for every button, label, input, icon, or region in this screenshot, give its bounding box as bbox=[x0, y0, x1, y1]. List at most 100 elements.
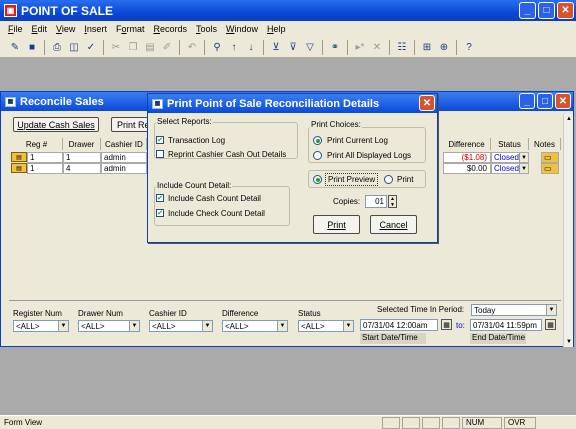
format-painter-icon[interactable]: ✐ bbox=[160, 40, 174, 54]
copies-stepper[interactable]: ▲ ▼ bbox=[388, 195, 397, 208]
include-count-group bbox=[154, 186, 290, 226]
period-select[interactable]: Today ▼ bbox=[471, 304, 557, 316]
reprint-cashier-checkbox[interactable] bbox=[156, 150, 164, 158]
menu-help[interactable]: Help bbox=[267, 24, 286, 34]
dialog-titlebar: ▦ Print Point of Sale Reconciliation Det… bbox=[148, 94, 437, 113]
overwrite-indicator: OVR bbox=[504, 416, 536, 429]
status-value[interactable]: Closed ▼ bbox=[491, 152, 529, 163]
close-button[interactable]: ✕ bbox=[557, 2, 574, 19]
chevron-down-icon[interactable]: ▼ bbox=[202, 321, 212, 331]
reconcile-maximize-button[interactable]: □ bbox=[537, 93, 553, 109]
menu-edit[interactable]: Edit bbox=[32, 24, 48, 34]
open-record-icon[interactable]: ▤ bbox=[11, 163, 27, 173]
print-button[interactable]: Print bbox=[313, 215, 360, 234]
status-view: Form View bbox=[4, 418, 43, 427]
status-value[interactable]: Closed ▼ bbox=[491, 163, 529, 174]
chevron-down-icon[interactable]: ▼ bbox=[277, 321, 287, 331]
vertical-scrollbar[interactable]: ▲ ▼ bbox=[563, 114, 573, 347]
status-filter[interactable]: <ALL> ▼ bbox=[298, 320, 354, 332]
menu-tools[interactable]: Tools bbox=[196, 24, 217, 34]
notes-folder-icon[interactable]: ▭ bbox=[541, 163, 559, 174]
copies-input[interactable]: 01 bbox=[365, 195, 387, 208]
start-date-input[interactable]: 07/31/04 12:00am bbox=[360, 319, 438, 331]
menu-insert[interactable]: Insert bbox=[84, 24, 107, 34]
chevron-down-icon[interactable]: ▼ bbox=[343, 321, 353, 331]
spelling-icon[interactable]: ✓ bbox=[84, 40, 98, 54]
scroll-up-icon[interactable]: ▲ bbox=[564, 114, 574, 124]
filter-by-selection-icon[interactable]: ⊻ bbox=[269, 40, 283, 54]
open-record-icon[interactable]: ▤ bbox=[11, 152, 27, 162]
properties-icon[interactable]: ☷ bbox=[395, 40, 409, 54]
sort-descending-icon[interactable]: ↓ bbox=[244, 40, 258, 54]
sort-ascending-icon[interactable]: ↑ bbox=[227, 40, 241, 54]
include-cash-checkbox[interactable]: ✔ bbox=[156, 194, 164, 202]
chevron-down-icon[interactable]: ▼ bbox=[546, 305, 556, 315]
difference-value: ($1.08) bbox=[443, 152, 491, 163]
register-filter[interactable]: <ALL> ▼ bbox=[13, 320, 69, 332]
print-preview-icon[interactable]: ◫ bbox=[67, 40, 81, 54]
include-check-checkbox[interactable]: ✔ bbox=[156, 209, 164, 217]
menu-format[interactable]: Format bbox=[116, 24, 145, 34]
print-icon[interactable]: ⎙ bbox=[50, 40, 64, 54]
status-cell bbox=[442, 416, 460, 429]
menu-file[interactable]: File bbox=[8, 24, 23, 34]
difference-value: $0.00 bbox=[443, 163, 491, 174]
cancel-button[interactable]: Cancel bbox=[370, 215, 417, 234]
app-title: POINT OF SALE bbox=[21, 3, 114, 18]
dialog-title: Print Point of Sale Reconciliation Detai… bbox=[167, 97, 380, 110]
delete-record-icon[interactable]: ✕ bbox=[370, 40, 384, 54]
print-all-radio[interactable] bbox=[313, 151, 322, 160]
num-lock-indicator: NUM bbox=[462, 416, 502, 429]
scroll-down-icon[interactable]: ▼ bbox=[564, 337, 574, 347]
reconcile-close-button[interactable]: ✕ bbox=[555, 93, 571, 109]
chevron-down-icon[interactable]: ▼ bbox=[519, 164, 528, 173]
divider bbox=[9, 300, 561, 301]
save-icon[interactable]: ■ bbox=[25, 40, 39, 54]
print-radio[interactable] bbox=[384, 175, 393, 184]
end-date-input[interactable]: 07/31/04 11:59pm bbox=[470, 319, 542, 331]
cut-icon[interactable]: ✂ bbox=[109, 40, 123, 54]
status-cell bbox=[422, 416, 440, 429]
print-reconciliation-dialog: ▦ Print Point of Sale Reconciliation Det… bbox=[147, 93, 438, 243]
print-reconcile-button[interactable]: Print Re bbox=[111, 117, 151, 132]
app-titlebar: ▣ POINT OF SALE _ □ ✕ bbox=[0, 0, 576, 21]
update-cash-sales-button[interactable]: Update Cash Sales bbox=[13, 117, 99, 132]
menu-window[interactable]: Window bbox=[226, 24, 258, 34]
design-view-icon[interactable]: ✎ bbox=[8, 40, 22, 54]
insert-hyperlink-icon[interactable]: ⚲ bbox=[210, 40, 224, 54]
help-icon[interactable]: ? bbox=[462, 40, 476, 54]
reconcile-minimize-button[interactable]: _ bbox=[519, 93, 535, 109]
undo-icon[interactable]: ↶ bbox=[185, 40, 199, 54]
maximize-button[interactable]: □ bbox=[538, 2, 555, 19]
cashier-filter[interactable]: <ALL> ▼ bbox=[149, 320, 213, 332]
database-window-icon[interactable]: ⊞ bbox=[420, 40, 434, 54]
chevron-down-icon[interactable]: ▼ bbox=[519, 153, 528, 162]
menu-view[interactable]: View bbox=[56, 24, 75, 34]
paste-icon[interactable]: ▤ bbox=[143, 40, 157, 54]
header-notes: Notes bbox=[529, 138, 561, 150]
copy-icon[interactable]: ❐ bbox=[126, 40, 140, 54]
header-difference: Difference bbox=[443, 138, 491, 150]
dialog-close-button[interactable]: ✕ bbox=[419, 95, 435, 111]
filter-by-form-icon[interactable]: ⊽ bbox=[286, 40, 300, 54]
chevron-down-icon[interactable]: ▼ bbox=[58, 321, 68, 331]
print-current-radio[interactable] bbox=[313, 136, 322, 145]
calendar-icon[interactable]: ▦ bbox=[441, 319, 452, 330]
header-drawer: Drawer bbox=[63, 138, 101, 150]
apply-filter-icon[interactable]: ▽ bbox=[303, 40, 317, 54]
find-icon[interactable]: ⚭ bbox=[328, 40, 342, 54]
minimize-button[interactable]: _ bbox=[519, 2, 536, 19]
drawer-filter[interactable]: <ALL> ▼ bbox=[78, 320, 140, 332]
app-icon: ▣ bbox=[4, 4, 17, 17]
print-preview-radio[interactable] bbox=[313, 175, 322, 184]
menu-bar: File Edit View Insert Format Records Too… bbox=[0, 21, 576, 37]
chevron-down-icon[interactable]: ▼ bbox=[129, 321, 139, 331]
new-object-icon[interactable]: ⊕ bbox=[437, 40, 451, 54]
header-status: Status bbox=[491, 138, 529, 150]
new-record-icon[interactable]: ▸* bbox=[353, 40, 367, 54]
calendar-icon[interactable]: ▦ bbox=[545, 319, 556, 330]
difference-filter[interactable]: <ALL> ▼ bbox=[222, 320, 288, 332]
notes-folder-icon[interactable]: ▭ bbox=[541, 152, 559, 163]
transaction-log-checkbox[interactable]: ✔ bbox=[156, 136, 164, 144]
menu-records[interactable]: Records bbox=[153, 24, 187, 34]
